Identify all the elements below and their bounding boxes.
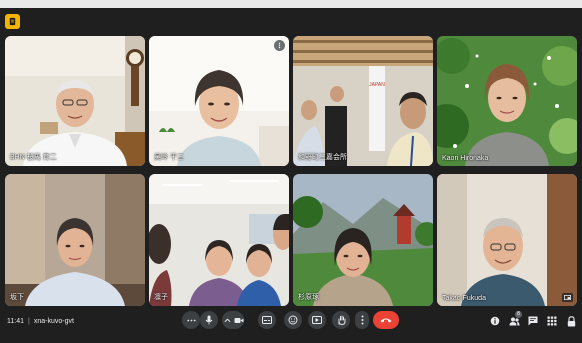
microphone-button[interactable] [200, 311, 218, 329]
more-options-icon[interactable] [274, 40, 285, 51]
emoji-icon [288, 315, 298, 325]
info-icon [490, 316, 500, 326]
end-call-icon [380, 318, 392, 323]
video-feed [5, 36, 145, 166]
video-feed [437, 36, 577, 166]
present-button[interactable] [308, 311, 326, 329]
participant-tile[interactable]: 坂下 [5, 174, 145, 306]
chat-button[interactable] [526, 314, 540, 328]
present-icon [312, 316, 322, 324]
participant-tile[interactable]: JAPAN 和野町三嘉会所 [293, 36, 433, 166]
participant-name: BHN 桜馬 育二 [10, 154, 57, 161]
meeting-info-separator: | [28, 318, 30, 325]
meeting-time: 11:41 [7, 318, 24, 325]
participant-name: 坂下 [10, 294, 24, 301]
video-grid: BHN 桜馬 育二 吴岭 干三 JAPAN 和野町三嘉会所 Kaori Hiro… [5, 36, 577, 306]
more-actions-button[interactable] [355, 311, 369, 329]
mic-icon [205, 315, 213, 325]
meet-logo-icon [5, 14, 20, 29]
chat-icon [528, 316, 538, 326]
video-feed [149, 174, 289, 306]
participant-name: 吴岭 干三 [154, 154, 184, 161]
pinned-indicator-icon [562, 293, 573, 302]
participants-count-badge: 8 [515, 311, 522, 318]
video-feed [437, 174, 577, 306]
meeting-details-button[interactable] [488, 314, 502, 328]
meeting-code: xna-kuvo-gvt [33, 318, 74, 325]
video-feed [149, 36, 289, 166]
leave-call-button[interactable] [373, 311, 399, 329]
camera-button[interactable] [233, 317, 244, 324]
meeting-toolbar: 11:41 | xna-kuvo-gvt 8 [0, 308, 582, 338]
raise-hand-icon [338, 315, 345, 325]
activities-icon [547, 316, 557, 326]
meeting-info: 11:41 | xna-kuvo-gvt [7, 318, 74, 325]
svg-text:JAPAN: JAPAN [369, 82, 385, 88]
participant-name: 凛子 [154, 294, 168, 301]
activities-button[interactable] [545, 314, 559, 328]
video-feed: JAPAN [293, 36, 433, 166]
raise-hand-button[interactable] [332, 311, 350, 329]
chevron-up-icon [224, 317, 231, 322]
browser-top-strip [0, 0, 582, 8]
captions-button[interactable] [258, 311, 276, 329]
lock-icon [567, 315, 575, 326]
participant-tile[interactable]: Takao Fukuda [437, 174, 577, 306]
participant-tile[interactable]: 吴岭 干三 [149, 36, 289, 166]
host-controls-button[interactable] [564, 314, 578, 328]
more-options-button[interactable] [182, 311, 200, 329]
reactions-button[interactable] [284, 311, 302, 329]
camera-icon [234, 317, 243, 323]
participant-name: Takao Fukuda [442, 295, 486, 302]
participant-name: 杉原琢 [298, 294, 319, 301]
participant-name: Kaori Hironaka [442, 155, 489, 162]
video-feed [293, 174, 433, 306]
participant-tile[interactable]: 杉原琢 [293, 174, 433, 306]
participant-tile[interactable]: Kaori Hironaka [437, 36, 577, 166]
more-horiz-icon [186, 319, 196, 321]
participant-name: 和野町三嘉会所 [298, 154, 347, 161]
camera-control-group [222, 311, 244, 329]
captions-icon [262, 316, 272, 324]
people-button[interactable]: 8 [507, 311, 522, 328]
video-feed [5, 174, 145, 306]
participant-tile[interactable]: BHN 桜馬 育二 [5, 36, 145, 166]
participant-tile[interactable]: 凛子 [149, 174, 289, 306]
more-vert-icon [361, 315, 363, 325]
camera-options-button[interactable] [222, 317, 233, 323]
